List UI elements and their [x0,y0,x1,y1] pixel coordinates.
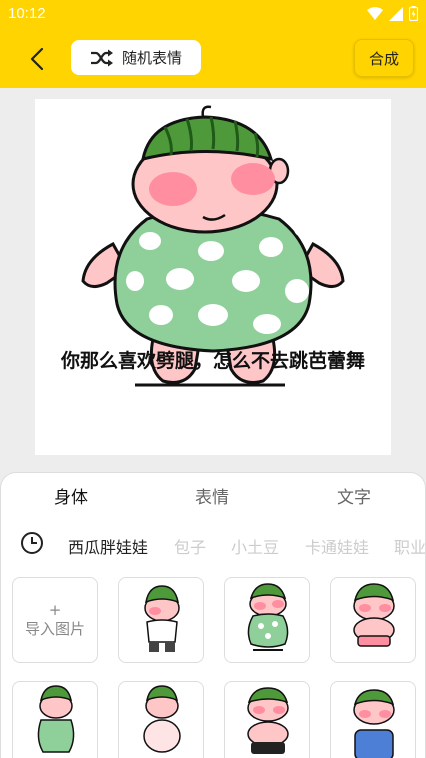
tab-expression[interactable]: 表情 [195,483,229,508]
sticker-baby-white-shirt [144,585,180,652]
compose-label: 合成 [368,49,399,68]
sticker-panel: 身体 表情 文字 西瓜胖娃娃 包子 小土豆 卡通娃娃 职业 + 导入图片 [0,472,426,758]
sticker-baby-pink-shorts [353,583,395,647]
wifi-icon [367,6,383,20]
status-bar: 10:12 [0,0,426,28]
shuffle-icon [90,49,113,66]
sticker-item[interactable] [118,681,204,758]
import-image-button[interactable]: + 导入图片 [12,577,98,663]
sticker-item[interactable] [330,577,416,663]
sticker-baby-diaper [143,685,181,753]
sticker-baby-blue-overalls [353,689,395,758]
sticker-item[interactable] [118,577,204,663]
back-button[interactable] [20,42,54,76]
signal-icon [389,6,403,21]
category-baozi[interactable]: 包子 [174,534,206,558]
sticker-item[interactable] [224,577,310,663]
compose-button[interactable]: 合成 [354,39,414,77]
tab-body[interactable]: 身体 [54,483,88,508]
sticker-baby-green-outfit [37,685,75,753]
status-time: 10:12 [8,5,46,22]
header-bar: 10:12 随机表情 合成 [0,0,426,88]
sticker-baby-black-shorts [247,687,289,754]
panel-tabs: 身体 表情 文字 [1,483,426,511]
meme-canvas[interactable]: 你那么喜欢劈腿，怎么不去跳芭蕾舞 [35,99,391,455]
sticker-item[interactable] [224,681,310,758]
category-watermelon-baby[interactable]: 西瓜胖娃娃 [68,534,148,558]
chevron-left-icon [30,47,44,71]
sticker-item[interactable] [12,681,98,758]
random-emoji-label: 随机表情 [121,49,182,67]
tab-text[interactable]: 文字 [337,483,371,508]
watermelon-baby-illustration [81,105,345,387]
import-image-label: 导入图片 [24,619,85,638]
sticker-item[interactable] [330,681,416,758]
plus-icon: + [48,600,62,619]
sticker-baby-green-dress [247,583,289,651]
category-potato[interactable]: 小土豆 [231,534,279,558]
status-icons [367,6,418,21]
category-row: 西瓜胖娃娃 包子 小土豆 卡通娃娃 职业 [1,531,426,557]
category-profession[interactable]: 职业 [394,534,426,558]
battery-icon [409,6,418,21]
meme-caption[interactable]: 你那么喜欢劈腿，怎么不去跳芭蕾舞 [43,349,383,373]
random-emoji-button[interactable]: 随机表情 [71,40,201,75]
category-cartoon-doll[interactable]: 卡通娃娃 [305,534,369,558]
history-clock-icon[interactable] [20,531,44,555]
